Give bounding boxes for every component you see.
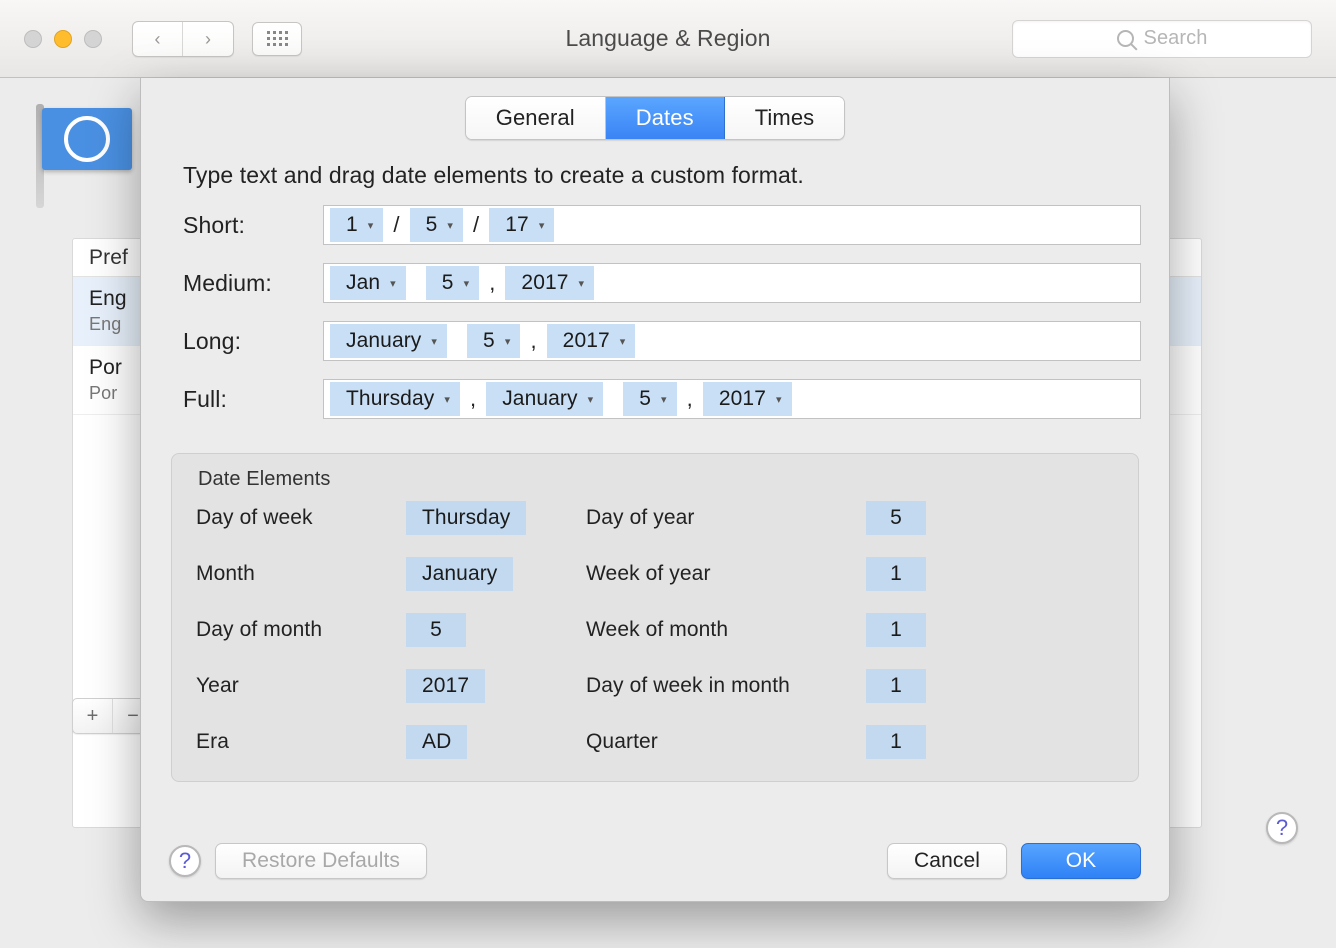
help-button[interactable]: ?	[169, 845, 201, 877]
format-row-short: Short: 1▾ / 5▾ / 17▾	[183, 205, 1141, 245]
format-field-short[interactable]: 1▾ / 5▾ / 17▾	[323, 205, 1141, 245]
search-placeholder: Search	[1144, 27, 1208, 50]
chevron-down-icon: ▾	[505, 335, 511, 348]
chevron-down-icon: ▾	[776, 393, 782, 406]
chevron-down-icon: ▾	[368, 219, 374, 232]
de-label: Month	[196, 562, 396, 586]
date-token[interactable]: January▾	[486, 382, 603, 416]
de-token-day-of-week-in-month[interactable]: 1	[866, 669, 926, 703]
date-elements-grid: Day of week Thursday Day of year 5 Month…	[196, 501, 1114, 759]
format-field-medium[interactable]: Jan▾ 5▾ , 2017▾	[323, 263, 1141, 303]
grid-icon	[267, 31, 288, 46]
back-button[interactable]: ‹	[133, 22, 183, 56]
format-field-long[interactable]: January▾ 5▾ , 2017▾	[323, 321, 1141, 361]
de-label: Quarter	[586, 730, 856, 754]
chevron-down-icon: ▾	[447, 219, 453, 232]
chevron-down-icon: ▾	[390, 277, 396, 290]
chevron-down-icon: ▾	[444, 393, 450, 406]
separator: ,	[683, 386, 697, 412]
nav-back-forward: ‹ ›	[132, 21, 234, 57]
de-label: Day of month	[196, 618, 396, 642]
format-row-long: Long: January▾ 5▾ , 2017▾	[183, 321, 1141, 361]
chevron-down-icon: ▾	[588, 393, 594, 406]
de-token-day-of-year[interactable]: 5	[866, 501, 926, 535]
de-label: Day of year	[586, 506, 856, 530]
de-token-day-of-week[interactable]: Thursday	[406, 501, 526, 535]
tab-times[interactable]: Times	[725, 97, 845, 139]
chevron-down-icon: ▾	[464, 277, 470, 290]
date-token[interactable]: Jan▾	[330, 266, 406, 300]
restore-defaults-button[interactable]: Restore Defaults	[215, 843, 427, 879]
date-token[interactable]: January▾	[330, 324, 447, 358]
format-label-medium: Medium:	[183, 270, 323, 297]
sheet-button-bar: ? Restore Defaults Cancel OK	[169, 827, 1141, 879]
minimize-traffic-light[interactable]	[54, 30, 72, 48]
date-token[interactable]: Thursday▾	[330, 382, 460, 416]
traffic-lights	[24, 30, 102, 48]
dates-format-sheet: General Dates Times Type text and drag d…	[140, 78, 1170, 902]
date-token[interactable]: 17▾	[489, 208, 554, 242]
de-token-era[interactable]: AD	[406, 725, 467, 759]
toolbar: ‹ › Language & Region Search	[0, 0, 1336, 78]
de-label: Day of week	[196, 506, 396, 530]
separator: /	[469, 212, 483, 238]
de-token-week-of-month[interactable]: 1	[866, 613, 926, 647]
de-label: Era	[196, 730, 396, 754]
separator: ,	[485, 270, 499, 296]
date-token[interactable]: 5▾	[467, 324, 520, 358]
search-icon	[1117, 30, 1134, 47]
tab-dates[interactable]: Dates	[606, 97, 725, 139]
format-label-full: Full:	[183, 386, 323, 413]
chevron-down-icon: ▾	[579, 277, 585, 290]
chevron-left-icon: ‹	[154, 30, 160, 48]
search-field[interactable]: Search	[1012, 20, 1312, 58]
format-label-long: Long:	[183, 328, 323, 355]
format-field-full[interactable]: Thursday▾ , January▾ 5▾ , 2017▾	[323, 379, 1141, 419]
chevron-right-icon: ›	[205, 30, 211, 48]
de-token-day-of-month[interactable]: 5	[406, 613, 466, 647]
chevron-down-icon: ▾	[431, 335, 437, 348]
date-token[interactable]: 2017▾	[505, 266, 594, 300]
de-token-year[interactable]: 2017	[406, 669, 485, 703]
separator: /	[389, 212, 403, 238]
date-elements-box: Date Elements Day of week Thursday Day o…	[171, 453, 1139, 782]
de-label: Day of week in month	[586, 674, 856, 698]
de-label: Year	[196, 674, 396, 698]
date-token[interactable]: 2017▾	[547, 324, 636, 358]
tab-general[interactable]: General	[466, 97, 606, 139]
close-traffic-light[interactable]	[24, 30, 42, 48]
format-row-full: Full: Thursday▾ , January▾ 5▾ , 2017▾	[183, 379, 1141, 419]
show-all-button[interactable]	[252, 22, 302, 56]
cancel-button[interactable]: Cancel	[887, 843, 1007, 879]
de-label: Week of year	[586, 562, 856, 586]
window-body: Pref Eng Eng Por Por + − ? General Dates…	[0, 78, 1336, 948]
chevron-down-icon: ▾	[661, 393, 667, 406]
chevron-down-icon: ▾	[620, 335, 626, 348]
de-label: Week of month	[586, 618, 856, 642]
date-token[interactable]: 5▾	[623, 382, 676, 416]
separator: ,	[466, 386, 480, 412]
date-elements-title: Date Elements	[198, 468, 1114, 491]
de-token-week-of-year[interactable]: 1	[866, 557, 926, 591]
format-label-short: Short:	[183, 212, 323, 239]
add-language-button[interactable]: +	[73, 699, 113, 733]
separator: ,	[526, 328, 540, 354]
forward-button[interactable]: ›	[183, 22, 233, 56]
date-token[interactable]: 2017▾	[703, 382, 792, 416]
instruction-text: Type text and drag date elements to crea…	[183, 162, 1141, 189]
region-flag-icon	[42, 108, 132, 170]
format-row-medium: Medium: Jan▾ 5▾ , 2017▾	[183, 263, 1141, 303]
de-token-quarter[interactable]: 1	[866, 725, 926, 759]
sheet-tabs: General Dates Times	[465, 96, 846, 140]
format-rows: Short: 1▾ / 5▾ / 17▾ Medium: Jan▾ 5▾ , 2…	[169, 205, 1141, 447]
zoom-traffic-light[interactable]	[84, 30, 102, 48]
date-token[interactable]: 5▾	[410, 208, 463, 242]
de-token-month[interactable]: January	[406, 557, 513, 591]
date-token[interactable]: 1▾	[330, 208, 383, 242]
date-token[interactable]: 5▾	[426, 266, 479, 300]
ok-button[interactable]: OK	[1021, 843, 1141, 879]
help-button-outer[interactable]: ?	[1266, 812, 1298, 844]
chevron-down-icon: ▾	[539, 219, 545, 232]
